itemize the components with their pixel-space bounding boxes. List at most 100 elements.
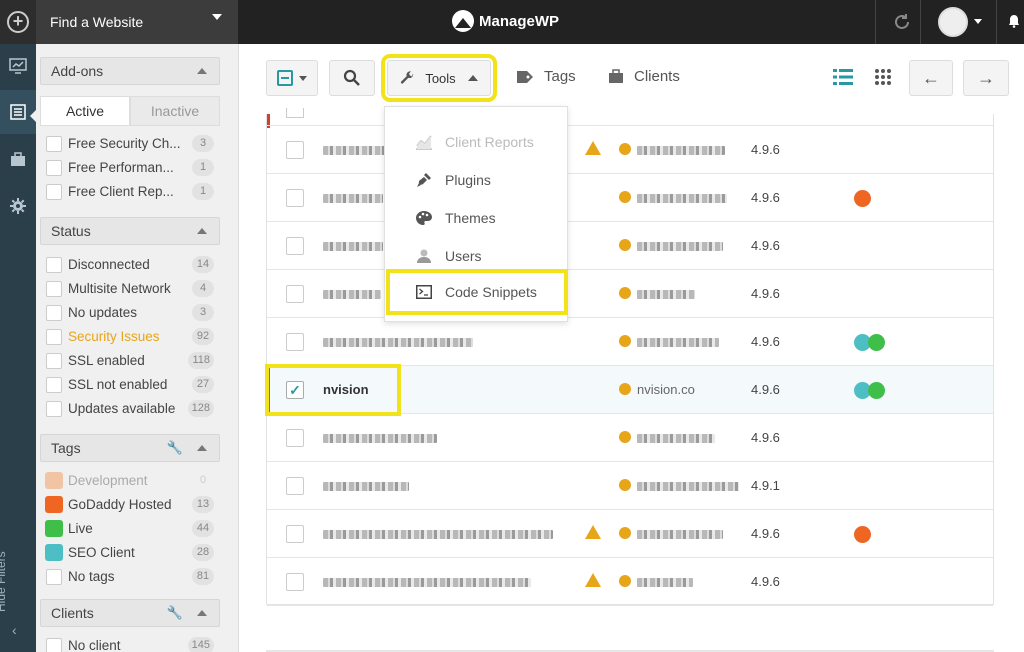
tag-swatch[interactable]: [45, 496, 63, 513]
checkbox[interactable]: [46, 638, 62, 652]
row-checkbox[interactable]: [286, 333, 304, 351]
tag-swatch[interactable]: [45, 472, 63, 489]
menu-item-users[interactable]: Users: [385, 237, 567, 275]
filter-tag-godaddy[interactable]: GoDaddy Hosted 13: [44, 494, 214, 516]
filter-updates-available[interactable]: Updates available 128: [44, 398, 214, 420]
status-panel-header[interactable]: Status: [40, 217, 220, 245]
tag-swatch[interactable]: [45, 520, 63, 537]
tab-active[interactable]: Active: [40, 96, 130, 126]
site-name[interactable]: [323, 478, 409, 493]
menu-item-code-snippets[interactable]: Code Snippets: [386, 269, 568, 315]
site-name[interactable]: [323, 142, 385, 157]
table-row[interactable]: 4.9.6: [267, 318, 993, 366]
site-name[interactable]: [323, 238, 383, 253]
filter-disconnected[interactable]: Disconnected 14: [44, 254, 214, 276]
wrench-icon[interactable]: 🔧: [167, 600, 183, 626]
table-row[interactable]: 4.9.6: [267, 270, 993, 318]
checkbox[interactable]: [46, 160, 62, 176]
filter-addon-client-reports[interactable]: Free Client Rep... 1: [44, 181, 214, 203]
site-name[interactable]: [323, 574, 531, 589]
table-row[interactable]: 4.9.6: [267, 126, 993, 174]
table-row[interactable]: 4.9.1: [267, 462, 993, 510]
table-row[interactable]: 4.9.6: [267, 222, 993, 270]
next-page-button[interactable]: →: [963, 60, 1009, 96]
checkbox[interactable]: [46, 401, 62, 417]
checkbox[interactable]: [46, 569, 62, 585]
rail-settings[interactable]: [0, 184, 36, 228]
site-name[interactable]: [323, 190, 383, 205]
menu-item-client-reports[interactable]: Client Reports: [385, 123, 567, 161]
tab-inactive[interactable]: Inactive: [130, 96, 220, 126]
checkbox[interactable]: [46, 136, 62, 152]
filter-ssl-enabled[interactable]: SSL enabled 118: [44, 350, 214, 372]
menu-item-plugins[interactable]: Plugins: [385, 161, 567, 199]
tag-swatch[interactable]: [45, 544, 63, 561]
filter-addon-performance[interactable]: Free Performan... 1: [44, 157, 214, 179]
filter-multisite[interactable]: Multisite Network 4: [44, 278, 214, 300]
site-domain[interactable]: [637, 526, 723, 541]
filter-ssl-not-enabled[interactable]: SSL not enabled 27: [44, 374, 214, 396]
tags-button[interactable]: Tags: [516, 68, 576, 85]
user-avatar[interactable]: [938, 7, 968, 37]
table-row[interactable]: 4.9.6: [267, 414, 993, 462]
checkbox[interactable]: [46, 305, 62, 321]
site-domain[interactable]: [637, 574, 693, 589]
site-name[interactable]: [323, 286, 381, 301]
tags-panel-header[interactable]: Tags 🔧: [40, 434, 220, 462]
site-name[interactable]: [323, 430, 437, 445]
select-all-dropdown[interactable]: [266, 60, 318, 96]
row-checkbox[interactable]: [286, 285, 304, 303]
warning-icon[interactable]: [585, 525, 601, 539]
row-checkbox[interactable]: [286, 477, 304, 495]
table-row[interactable]: 4.9.6: [267, 174, 993, 222]
site-domain[interactable]: [637, 334, 719, 349]
hide-filters-toggle[interactable]: Hide Filters: [0, 551, 8, 612]
site-domain[interactable]: [637, 190, 727, 205]
site-domain[interactable]: [637, 478, 739, 493]
filter-tag-seo-client[interactable]: SEO Client 28: [44, 542, 214, 564]
filter-no-client[interactable]: No client 145: [44, 635, 214, 652]
filter-tag-development[interactable]: Development 0: [44, 470, 214, 492]
clients-panel-header[interactable]: Clients 🔧: [40, 599, 220, 627]
filter-tag-no-tags[interactable]: No tags 81: [44, 566, 214, 588]
search-button[interactable]: [329, 60, 375, 96]
caret-down-icon[interactable]: [974, 19, 982, 24]
rail-clients[interactable]: [0, 138, 36, 182]
filter-addon-security[interactable]: Free Security Ch... 3: [44, 133, 214, 155]
checkbox[interactable]: [46, 184, 62, 200]
addons-panel-header[interactable]: Add-ons: [40, 57, 220, 85]
add-website-button[interactable]: +: [0, 0, 36, 44]
checkbox[interactable]: [46, 257, 62, 273]
site-name[interactable]: [323, 526, 553, 541]
checkbox[interactable]: [46, 329, 62, 345]
refresh-button[interactable]: [884, 0, 920, 44]
bell-icon[interactable]: [1008, 14, 1020, 31]
row-checkbox[interactable]: [286, 525, 304, 543]
site-name[interactable]: [323, 334, 473, 349]
grid-view-button[interactable]: [874, 68, 892, 91]
checkbox[interactable]: [46, 281, 62, 297]
filter-no-updates[interactable]: No updates 3: [44, 302, 214, 324]
row-checkbox[interactable]: [286, 237, 304, 255]
wrench-icon[interactable]: 🔧: [167, 435, 183, 461]
checkbox[interactable]: [286, 108, 304, 118]
table-row[interactable]: 4.9.6: [267, 510, 993, 558]
chevron-left-icon[interactable]: ‹: [12, 622, 17, 638]
clients-button[interactable]: Clients: [608, 68, 680, 85]
brand-logo[interactable]: ManageWP: [452, 9, 559, 33]
checkbox[interactable]: [46, 377, 62, 393]
row-checkbox[interactable]: [286, 141, 304, 159]
site-domain[interactable]: [637, 430, 715, 445]
site-domain[interactable]: nvision.co: [637, 382, 695, 397]
row-checkbox[interactable]: [286, 573, 304, 591]
menu-item-themes[interactable]: Themes: [385, 199, 567, 237]
checkbox[interactable]: [46, 353, 62, 369]
row-checkbox[interactable]: [286, 429, 304, 447]
list-view-button[interactable]: [833, 68, 853, 91]
table-row[interactable]: 4.9.6: [267, 558, 993, 606]
tools-button[interactable]: Tools: [381, 54, 497, 102]
filter-tag-live[interactable]: Live 44: [44, 518, 214, 540]
prev-page-button[interactable]: ←: [909, 60, 953, 96]
warning-icon[interactable]: [585, 141, 601, 155]
site-domain[interactable]: [637, 238, 723, 253]
